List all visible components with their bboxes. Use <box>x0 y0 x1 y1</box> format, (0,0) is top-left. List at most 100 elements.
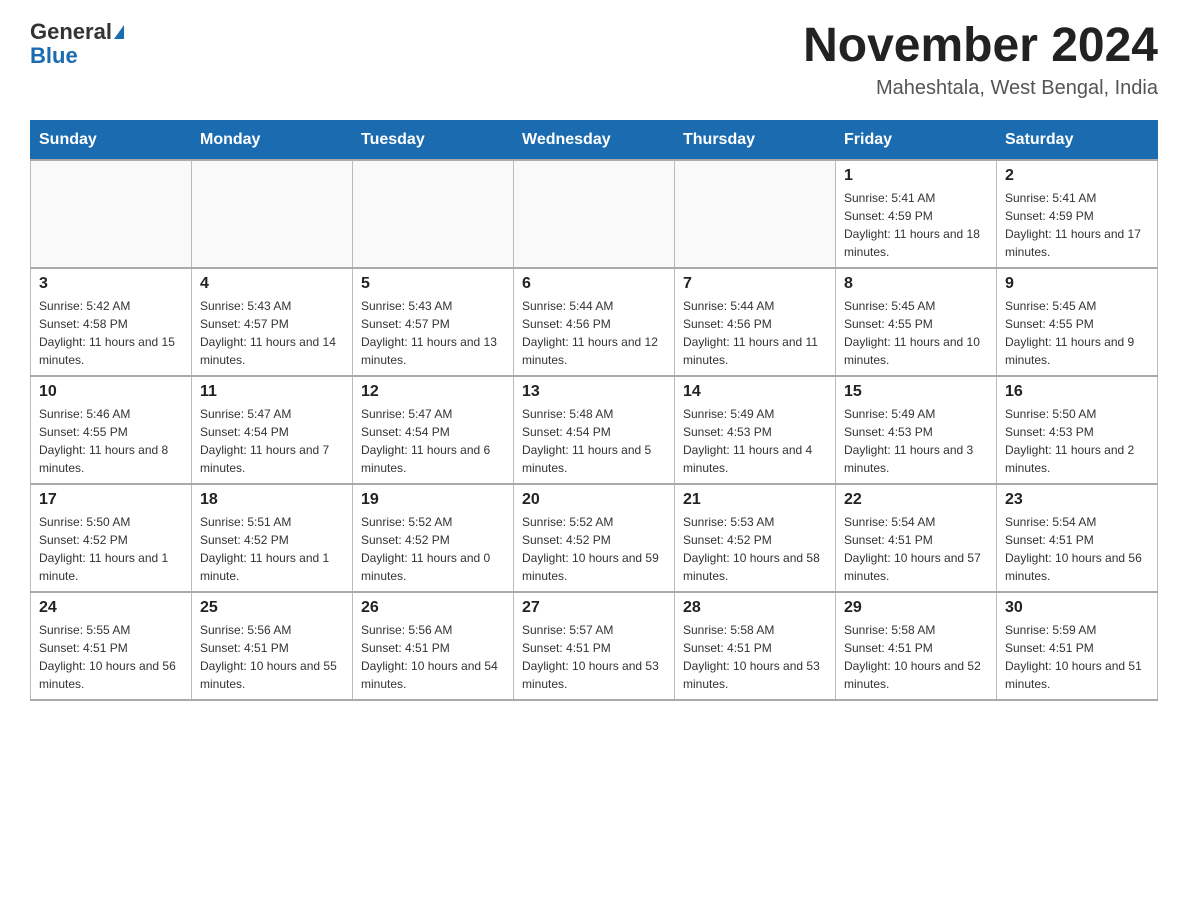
table-row: 8 Sunrise: 5:45 AM Sunset: 4:55 PM Daylig… <box>836 268 997 376</box>
day-info: Sunrise: 5:49 AM Sunset: 4:53 PM Dayligh… <box>683 405 827 477</box>
location-text: Maheshtala, West Bengal, India <box>803 77 1158 100</box>
col-saturday: Saturday <box>997 120 1158 160</box>
day-number: 21 <box>683 491 827 509</box>
day-number: 26 <box>361 599 505 617</box>
day-info: Sunrise: 5:51 AM Sunset: 4:52 PM Dayligh… <box>200 513 344 585</box>
day-number: 23 <box>1005 491 1149 509</box>
day-info: Sunrise: 5:47 AM Sunset: 4:54 PM Dayligh… <box>361 405 505 477</box>
table-row: 4 Sunrise: 5:43 AM Sunset: 4:57 PM Daylig… <box>192 268 353 376</box>
day-number: 27 <box>522 599 666 617</box>
day-number: 20 <box>522 491 666 509</box>
day-number: 28 <box>683 599 827 617</box>
day-info: Sunrise: 5:52 AM Sunset: 4:52 PM Dayligh… <box>361 513 505 585</box>
title-area: November 2024 Maheshtala, West Bengal, I… <box>803 20 1158 100</box>
day-number: 1 <box>844 167 988 185</box>
table-row: 3 Sunrise: 5:42 AM Sunset: 4:58 PM Daylig… <box>31 268 192 376</box>
table-row: 9Sunrise: 5:45 AM Sunset: 4:55 PM Daylig… <box>997 268 1158 376</box>
day-info: Sunrise: 5:59 AM Sunset: 4:51 PM Dayligh… <box>1005 621 1149 693</box>
calendar-header-row: Sunday Monday Tuesday Wednesday Thursday… <box>31 120 1158 160</box>
day-info: Sunrise: 5:50 AM Sunset: 4:52 PM Dayligh… <box>39 513 183 585</box>
table-row: 19 Sunrise: 5:52 AM Sunset: 4:52 PM Dayli… <box>353 484 514 592</box>
table-row: 14Sunrise: 5:49 AM Sunset: 4:53 PM Dayli… <box>675 376 836 484</box>
table-row: 16Sunrise: 5:50 AM Sunset: 4:53 PM Dayli… <box>997 376 1158 484</box>
table-row: 23 Sunrise: 5:54 AM Sunset: 4:51 PM Dayli… <box>997 484 1158 592</box>
table-row: 20 Sunrise: 5:52 AM Sunset: 4:52 PM Dayli… <box>514 484 675 592</box>
table-row: 10 Sunrise: 5:46 AM Sunset: 4:55 PM Dayli… <box>31 376 192 484</box>
day-number: 12 <box>361 383 505 401</box>
table-row: 26 Sunrise: 5:56 AM Sunset: 4:51 PM Dayli… <box>353 592 514 700</box>
calendar-week-row: 10 Sunrise: 5:46 AM Sunset: 4:55 PM Dayli… <box>31 376 1158 484</box>
logo: General Blue <box>30 20 124 68</box>
day-number: 10 <box>39 383 183 401</box>
day-info: Sunrise: 5:54 AM Sunset: 4:51 PM Dayligh… <box>1005 513 1149 585</box>
table-row: 5Sunrise: 5:43 AM Sunset: 4:57 PM Daylig… <box>353 268 514 376</box>
col-thursday: Thursday <box>675 120 836 160</box>
day-info: Sunrise: 5:50 AM Sunset: 4:53 PM Dayligh… <box>1005 405 1149 477</box>
day-number: 11 <box>200 383 344 401</box>
day-number: 4 <box>200 275 344 293</box>
day-number: 19 <box>361 491 505 509</box>
table-row <box>514 160 675 268</box>
table-row <box>192 160 353 268</box>
day-number: 22 <box>844 491 988 509</box>
col-tuesday: Tuesday <box>353 120 514 160</box>
table-row: 24 Sunrise: 5:55 AM Sunset: 4:51 PM Dayli… <box>31 592 192 700</box>
day-number: 7 <box>683 275 827 293</box>
day-info: Sunrise: 5:58 AM Sunset: 4:51 PM Dayligh… <box>683 621 827 693</box>
table-row <box>31 160 192 268</box>
logo-blue-text: Blue <box>30 44 78 68</box>
calendar-table: Sunday Monday Tuesday Wednesday Thursday… <box>30 120 1158 701</box>
calendar-week-row: 3 Sunrise: 5:42 AM Sunset: 4:58 PM Daylig… <box>31 268 1158 376</box>
day-info: Sunrise: 5:45 AM Sunset: 4:55 PM Dayligh… <box>844 297 988 369</box>
table-row: 17 Sunrise: 5:50 AM Sunset: 4:52 PM Dayli… <box>31 484 192 592</box>
logo-triangle-icon <box>114 25 124 39</box>
table-row <box>675 160 836 268</box>
col-wednesday: Wednesday <box>514 120 675 160</box>
day-info: Sunrise: 5:55 AM Sunset: 4:51 PM Dayligh… <box>39 621 183 693</box>
day-info: Sunrise: 5:42 AM Sunset: 4:58 PM Dayligh… <box>39 297 183 369</box>
table-row: 1 Sunrise: 5:41 AM Sunset: 4:59 PM Daylig… <box>836 160 997 268</box>
day-info: Sunrise: 5:44 AM Sunset: 4:56 PM Dayligh… <box>683 297 827 369</box>
calendar-week-row: 24 Sunrise: 5:55 AM Sunset: 4:51 PM Dayli… <box>31 592 1158 700</box>
day-number: 5 <box>361 275 505 293</box>
day-info: Sunrise: 5:54 AM Sunset: 4:51 PM Dayligh… <box>844 513 988 585</box>
day-number: 9 <box>1005 275 1149 293</box>
calendar-week-row: 17 Sunrise: 5:50 AM Sunset: 4:52 PM Dayli… <box>31 484 1158 592</box>
table-row: 21 Sunrise: 5:53 AM Sunset: 4:52 PM Dayli… <box>675 484 836 592</box>
col-friday: Friday <box>836 120 997 160</box>
day-number: 29 <box>844 599 988 617</box>
day-number: 2 <box>1005 167 1149 185</box>
day-number: 13 <box>522 383 666 401</box>
table-row: 15Sunrise: 5:49 AM Sunset: 4:53 PM Dayli… <box>836 376 997 484</box>
table-row: 22 Sunrise: 5:54 AM Sunset: 4:51 PM Dayli… <box>836 484 997 592</box>
table-row: 6Sunrise: 5:44 AM Sunset: 4:56 PM Daylig… <box>514 268 675 376</box>
table-row: 30Sunrise: 5:59 AM Sunset: 4:51 PM Dayli… <box>997 592 1158 700</box>
day-info: Sunrise: 5:53 AM Sunset: 4:52 PM Dayligh… <box>683 513 827 585</box>
col-monday: Monday <box>192 120 353 160</box>
day-info: Sunrise: 5:56 AM Sunset: 4:51 PM Dayligh… <box>200 621 344 693</box>
day-number: 3 <box>39 275 183 293</box>
day-number: 6 <box>522 275 666 293</box>
table-row <box>353 160 514 268</box>
page-header: General Blue November 2024 Maheshtala, W… <box>30 20 1158 100</box>
day-number: 25 <box>200 599 344 617</box>
day-number: 24 <box>39 599 183 617</box>
day-info: Sunrise: 5:57 AM Sunset: 4:51 PM Dayligh… <box>522 621 666 693</box>
day-info: Sunrise: 5:56 AM Sunset: 4:51 PM Dayligh… <box>361 621 505 693</box>
day-info: Sunrise: 5:41 AM Sunset: 4:59 PM Dayligh… <box>1005 189 1149 261</box>
day-info: Sunrise: 5:41 AM Sunset: 4:59 PM Dayligh… <box>844 189 988 261</box>
col-sunday: Sunday <box>31 120 192 160</box>
day-number: 17 <box>39 491 183 509</box>
day-info: Sunrise: 5:48 AM Sunset: 4:54 PM Dayligh… <box>522 405 666 477</box>
day-number: 8 <box>844 275 988 293</box>
table-row: 11Sunrise: 5:47 AM Sunset: 4:54 PM Dayli… <box>192 376 353 484</box>
day-info: Sunrise: 5:52 AM Sunset: 4:52 PM Dayligh… <box>522 513 666 585</box>
day-info: Sunrise: 5:43 AM Sunset: 4:57 PM Dayligh… <box>200 297 344 369</box>
day-number: 18 <box>200 491 344 509</box>
table-row: 29Sunrise: 5:58 AM Sunset: 4:51 PM Dayli… <box>836 592 997 700</box>
day-info: Sunrise: 5:46 AM Sunset: 4:55 PM Dayligh… <box>39 405 183 477</box>
table-row: 12 Sunrise: 5:47 AM Sunset: 4:54 PM Dayli… <box>353 376 514 484</box>
logo-general-text: General <box>30 20 112 44</box>
table-row: 28 Sunrise: 5:58 AM Sunset: 4:51 PM Dayli… <box>675 592 836 700</box>
table-row: 27 Sunrise: 5:57 AM Sunset: 4:51 PM Dayli… <box>514 592 675 700</box>
